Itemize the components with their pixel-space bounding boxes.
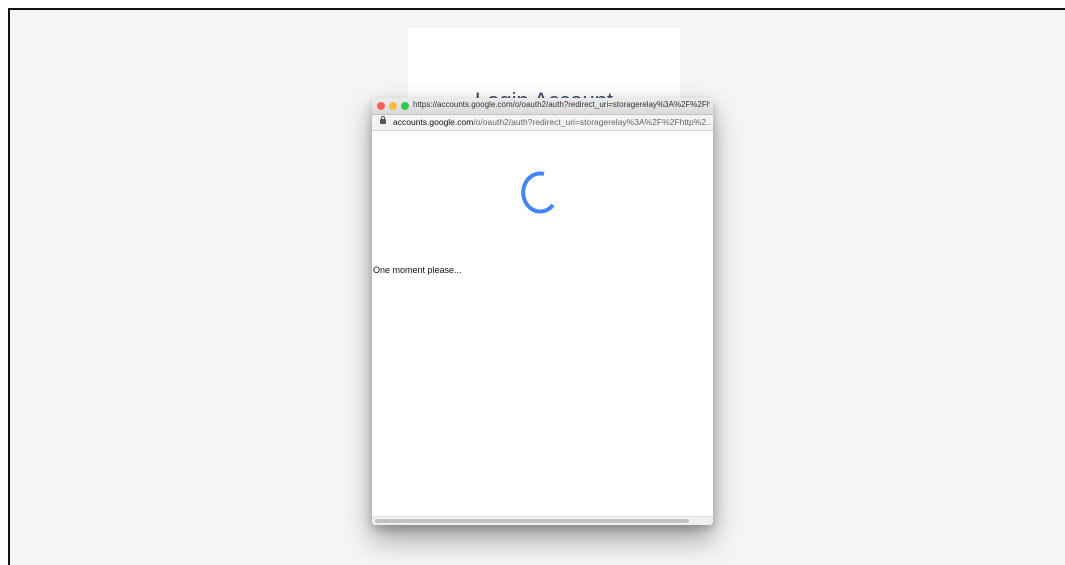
window-title-url: https://accounts.google.com/o/oauth2/aut…	[413, 100, 710, 109]
oauth-popup-window: https://accounts.google.com/o/oauth2/aut…	[372, 98, 713, 525]
address-path: /o/oauth2/auth?redirect_uri=storagerelay…	[473, 117, 710, 127]
loading-message: One moment please...	[373, 265, 462, 275]
horizontal-scrollbar[interactable]	[372, 516, 713, 525]
address-domain: accounts.google.com	[393, 117, 474, 127]
minimize-window-button[interactable]	[389, 102, 397, 110]
popup-content: One moment please...	[372, 131, 713, 517]
lock-icon	[380, 116, 386, 124]
popup-titlebar[interactable]: https://accounts.google.com/o/oauth2/aut…	[372, 98, 713, 115]
zoom-window-button[interactable]	[401, 102, 409, 110]
close-window-button[interactable]	[377, 102, 385, 110]
loading-spinner-icon	[521, 171, 555, 214]
address-bar[interactable]: accounts.google.com/o/oauth2/auth?redire…	[372, 115, 713, 131]
scrollbar-thumb[interactable]	[375, 519, 689, 523]
address-url[interactable]: accounts.google.com/o/oauth2/auth?redire…	[393, 117, 710, 127]
